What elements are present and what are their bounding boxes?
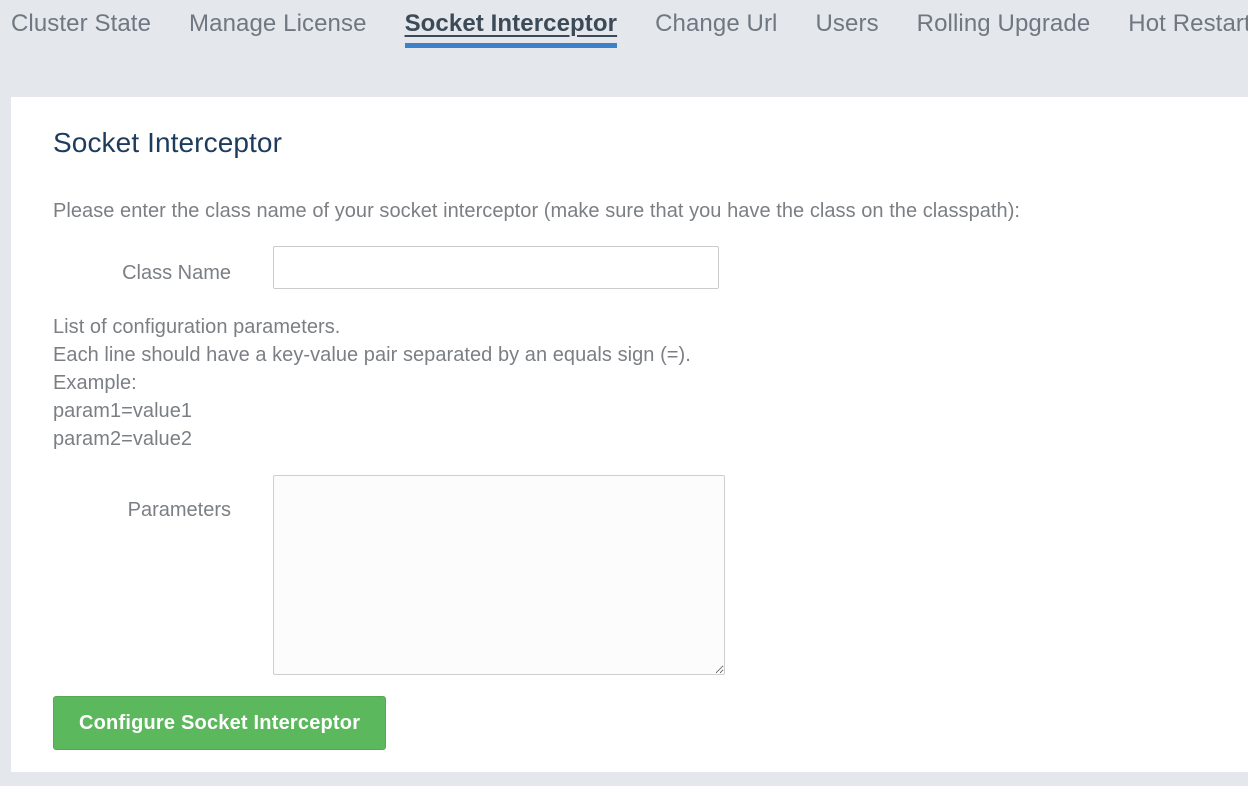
helper-line-4: param1=value1 [53, 400, 193, 422]
top-navbar: Cluster State Manage License Socket Inte… [0, 0, 1248, 97]
tab-rolling-upgrade[interactable]: Rolling Upgrade [898, 0, 1110, 39]
class-name-row: Class Name [53, 246, 1206, 289]
nav-tab-list: Cluster State Manage License Socket Inte… [0, 0, 1248, 52]
parameters-row: Parameters [53, 475, 1206, 675]
parameters-textarea[interactable] [273, 475, 725, 675]
tab-users[interactable]: Users [797, 0, 898, 39]
helper-line-1: List of configuration parameters. [53, 316, 341, 338]
page-title: Socket Interceptor [53, 127, 283, 158]
card-inner: Socket Interceptor Please enter the clas… [11, 97, 1248, 750]
class-name-input[interactable] [273, 246, 719, 289]
page-description: Please enter the class name of your sock… [53, 200, 1021, 222]
parameters-helper-text: List of configuration parameters. Each l… [53, 313, 1206, 453]
helper-line-2: Each line should have a key-value pair s… [53, 344, 691, 366]
tab-hot-restart[interactable]: Hot Restart [1109, 0, 1248, 39]
tab-manage-license[interactable]: Manage License [170, 0, 386, 39]
tab-change-url[interactable]: Change Url [636, 0, 796, 39]
content-card: Socket Interceptor Please enter the clas… [11, 97, 1248, 772]
helper-line-3: Example: [53, 372, 137, 394]
helper-line-5: param2=value2 [53, 428, 193, 450]
parameters-label: Parameters [127, 499, 231, 521]
configure-socket-interceptor-button[interactable]: Configure Socket Interceptor [53, 696, 387, 750]
class-name-label: Class Name [122, 262, 231, 284]
tab-cluster-state[interactable]: Cluster State [0, 0, 170, 39]
tab-socket-interceptor[interactable]: Socket Interceptor [386, 0, 637, 48]
